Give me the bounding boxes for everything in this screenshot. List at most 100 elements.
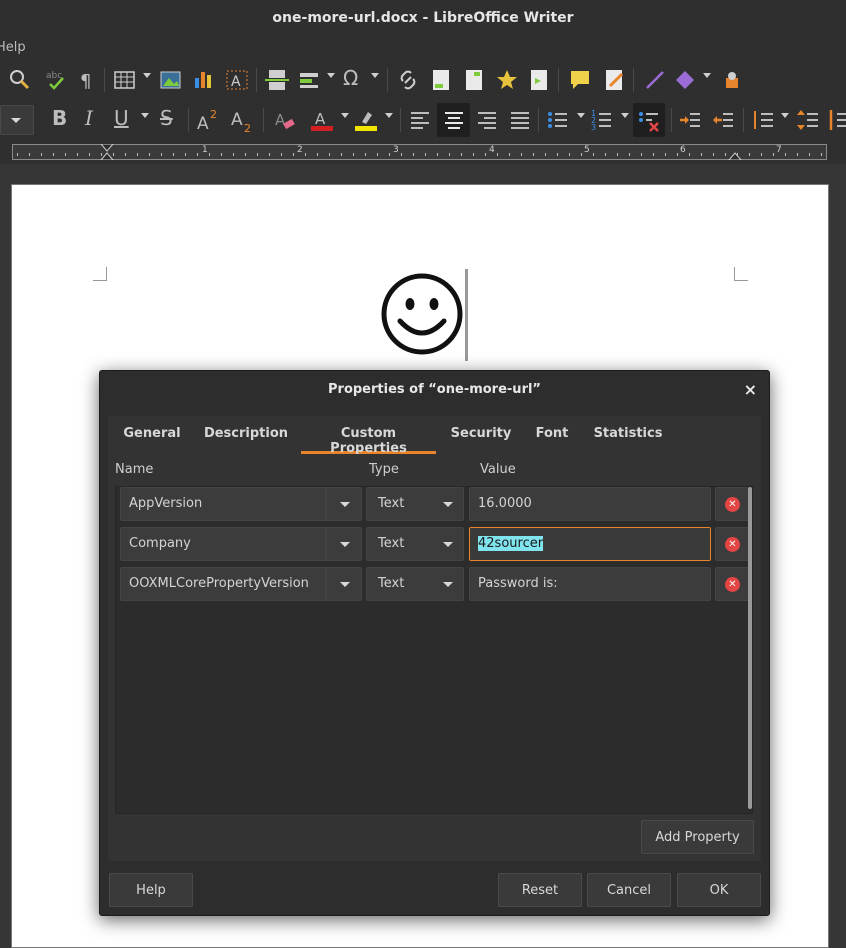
insert-field-icon[interactable]: [297, 68, 321, 92]
shapes-dropdown-icon[interactable]: [703, 73, 711, 78]
property-name-dropdown[interactable]: [326, 567, 362, 601]
insert-cross-reference-icon[interactable]: [527, 68, 551, 92]
ruler-tick: [149, 153, 150, 156]
unordered-list-dropdown-icon[interactable]: [577, 113, 585, 118]
strikethrough-icon[interactable]: S: [160, 106, 173, 130]
smiley-face-image[interactable]: [378, 269, 468, 359]
field-dropdown-icon[interactable]: [327, 73, 335, 78]
justify-icon[interactable]: [508, 108, 532, 132]
highlight-color-icon[interactable]: [354, 108, 378, 132]
remove-icon: ✕: [725, 497, 740, 512]
tab-custom-properties[interactable]: Custom Properties: [301, 416, 436, 456]
line-spacing-dropdown-icon[interactable]: [781, 113, 789, 118]
toolbar-separator: [400, 108, 401, 132]
property-name-field[interactable]: Company: [120, 527, 326, 561]
property-name-dropdown[interactable]: [326, 487, 362, 521]
property-type-select[interactable]: Text: [366, 527, 464, 561]
close-icon[interactable]: ×: [744, 380, 757, 399]
remove-property-button[interactable]: ✕: [715, 527, 749, 561]
subscript-icon[interactable]: A2: [230, 108, 254, 132]
vertical-scrollbar[interactable]: [748, 487, 752, 809]
tab-description[interactable]: Description: [202, 416, 290, 454]
underline-dropdown-icon[interactable]: [141, 113, 149, 118]
reset-button[interactable]: Reset: [498, 873, 582, 907]
property-value-field[interactable]: 42sourcer: [469, 527, 711, 561]
align-left-icon[interactable]: [408, 108, 432, 132]
font-color-dropdown-icon[interactable]: [341, 113, 349, 118]
tab-general[interactable]: General: [117, 416, 187, 454]
italic-icon[interactable]: I: [85, 106, 93, 130]
insert-comment-icon[interactable]: [568, 68, 592, 92]
ruler-tick: [473, 153, 474, 156]
toolbar-separator: [387, 68, 388, 92]
insert-special-character-icon[interactable]: Ω: [343, 66, 358, 90]
property-name-dropdown[interactable]: [326, 527, 362, 561]
paragraph-spacing-decrease-icon[interactable]: [826, 108, 846, 132]
cancel-button[interactable]: Cancel: [587, 873, 671, 907]
toolbar-separator: [104, 68, 105, 92]
superscript-icon[interactable]: A2: [196, 108, 220, 132]
insert-endnote-icon[interactable]: [462, 68, 486, 92]
show-draw-functions-icon[interactable]: [720, 68, 744, 92]
table-dropdown-icon[interactable]: [143, 73, 151, 78]
property-name-field[interactable]: OOXMLCorePropertyVersion: [120, 567, 326, 601]
no-list-button[interactable]: [633, 103, 665, 137]
menu-help[interactable]: Help: [0, 40, 26, 55]
insert-page-break-icon[interactable]: [265, 68, 289, 92]
property-row: Company Text 42sourcer ✕: [116, 527, 752, 561]
underline-icon[interactable]: U: [114, 106, 129, 130]
bold-icon[interactable]: B: [52, 106, 67, 130]
tab-statistics[interactable]: Statistics: [589, 416, 667, 454]
ordered-list-dropdown-icon[interactable]: [621, 113, 629, 118]
add-property-button[interactable]: Add Property: [641, 820, 754, 854]
property-name-field[interactable]: AppVersion: [120, 487, 326, 521]
property-type-select[interactable]: Text: [366, 487, 464, 521]
paragraph-spacing-icon[interactable]: [796, 108, 820, 132]
svg-text:A: A: [231, 74, 241, 90]
decrease-indent-icon[interactable]: [711, 108, 735, 132]
insert-bookmark-icon[interactable]: [495, 68, 519, 92]
clear-formatting-icon[interactable]: A: [273, 108, 297, 132]
property-value-field[interactable]: Password is:: [469, 567, 711, 601]
property-value-field[interactable]: 16.0000: [469, 487, 711, 521]
property-type-value: Text: [378, 496, 405, 511]
basic-shapes-icon[interactable]: [673, 68, 697, 92]
svg-text:¶: ¶: [80, 71, 91, 92]
ruler-tick: [713, 153, 714, 156]
remove-property-button[interactable]: ✕: [715, 487, 749, 521]
tab-font[interactable]: Font: [530, 416, 574, 454]
left-indent-marker-icon[interactable]: [100, 144, 114, 160]
insert-line-icon[interactable]: [643, 68, 667, 92]
line-spacing-icon[interactable]: [751, 108, 775, 132]
property-type-select[interactable]: Text: [366, 567, 464, 601]
formatting-marks-icon[interactable]: ¶: [76, 68, 100, 92]
align-right-icon[interactable]: [475, 108, 499, 132]
insert-textbox-icon[interactable]: A: [225, 68, 249, 92]
tab-security[interactable]: Security: [448, 416, 514, 454]
insert-hyperlink-icon[interactable]: [396, 68, 420, 92]
insert-footnote-icon[interactable]: [429, 68, 453, 92]
insert-image-icon[interactable]: [159, 68, 183, 92]
align-center-button[interactable]: [437, 103, 470, 137]
ordered-list-icon[interactable]: 123: [590, 108, 614, 132]
paragraph-style-dropdown[interactable]: [0, 105, 34, 135]
remove-property-button[interactable]: ✕: [715, 567, 749, 601]
horizontal-ruler[interactable]: 1 2 3 4 5 6 7: [12, 144, 827, 160]
ruler-tick: [593, 153, 594, 156]
help-button[interactable]: Help: [109, 873, 193, 907]
spellcheck-icon[interactable]: [8, 68, 32, 92]
ok-button[interactable]: OK: [677, 873, 761, 907]
right-indent-marker-icon[interactable]: [728, 144, 742, 160]
auto-spellcheck-icon[interactable]: abc: [44, 68, 68, 92]
page-margin-corner: [734, 267, 748, 281]
highlight-dropdown-icon[interactable]: [385, 113, 393, 118]
chevron-down-icon: [443, 542, 453, 547]
unordered-list-icon[interactable]: [546, 108, 570, 132]
insert-table-icon[interactable]: [113, 68, 137, 92]
special-character-dropdown-icon[interactable]: [371, 73, 379, 78]
font-color-icon[interactable]: A: [310, 108, 334, 132]
insert-chart-icon[interactable]: [192, 68, 216, 92]
ruler-tick: [281, 153, 282, 156]
increase-indent-icon[interactable]: [678, 108, 702, 132]
track-changes-icon[interactable]: [602, 68, 626, 92]
